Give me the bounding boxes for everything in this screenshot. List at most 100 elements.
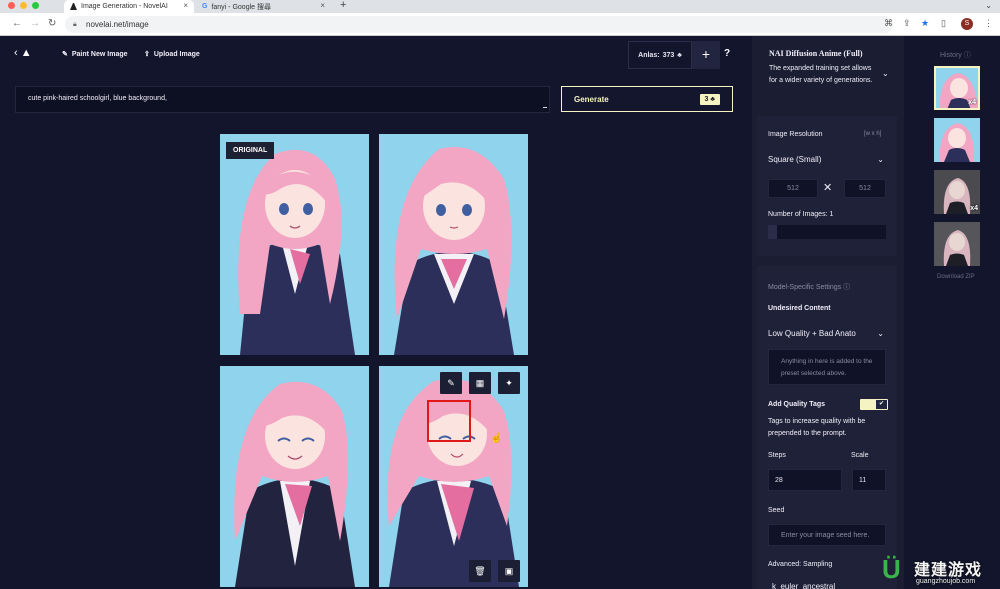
anlas-balance[interactable]: Anlas: 373 ♣: [628, 41, 692, 69]
scale-input[interactable]: 11: [852, 469, 886, 491]
bookmark-star-icon[interactable]: ★: [921, 18, 929, 29]
generated-image-2[interactable]: [379, 134, 528, 355]
profile-avatar[interactable]: S: [961, 18, 973, 30]
scale-label: Scale: [851, 452, 869, 459]
thumb-count-badge: x4: [968, 99, 976, 106]
seed-input[interactable]: Enter your image seed here.: [768, 524, 886, 546]
variations-button[interactable]: ▦: [469, 372, 491, 394]
download-zip-button[interactable]: Download ZIP: [937, 274, 975, 280]
browser-menu-icon[interactable]: ⋮: [984, 18, 993, 29]
google-favicon-icon: G: [202, 3, 208, 10]
thumb-count-badge: x4: [970, 205, 978, 212]
history-thumb-3[interactable]: x4: [934, 170, 980, 214]
prompt-input[interactable]: cute pink-haired schoolgirl, blue backgr…: [15, 86, 550, 113]
reload-icon[interactable]: ↻: [48, 18, 56, 29]
highlight-box: [427, 400, 471, 442]
model-name: NAI Diffusion Anime (Full): [769, 49, 863, 58]
anlas-label: Anlas:: [638, 51, 660, 59]
width-input[interactable]: 512: [768, 179, 818, 198]
thumbnail-image: [934, 222, 980, 266]
pencil-icon: ✎: [62, 51, 68, 58]
new-tab-icon[interactable]: +: [340, 0, 346, 11]
resolution-select[interactable]: Square (Small) ⌄: [768, 152, 888, 166]
translate-icon[interactable]: ⌘: [884, 18, 893, 29]
browser-tab-google[interactable]: G fanyi - Google 搜尋 ×: [196, 0, 331, 13]
extensions-icon[interactable]: ▯: [941, 18, 946, 29]
tab-search-chevron-icon[interactable]: ⌄: [985, 1, 992, 10]
number-of-images-slider[interactable]: [768, 225, 886, 239]
undesired-content-label: Undesired Content: [768, 305, 831, 312]
edit-image-button[interactable]: ✎: [440, 372, 462, 394]
upload-icon: ⇪: [144, 51, 150, 58]
watermark-cn-text: 建建游戏: [914, 562, 983, 579]
quality-tags-description: Tags to increase quality with be prepend…: [768, 418, 866, 437]
undesired-content-value: Low Quality + Bad Anato: [768, 328, 856, 338]
lock-icon: 🔒︎: [73, 21, 77, 28]
quality-tags-toggle[interactable]: ✔: [860, 399, 888, 410]
forward-icon[interactable]: →: [30, 18, 40, 29]
chevron-down-icon: ⌄: [882, 69, 889, 78]
anime-girl-image: [220, 366, 369, 587]
anime-girl-image: [379, 134, 528, 355]
back-icon[interactable]: ←: [12, 18, 22, 29]
history-title: History ⓘ: [940, 52, 971, 59]
height-input[interactable]: 512: [844, 179, 886, 198]
enhance-button[interactable]: ✦: [498, 372, 520, 394]
history-thumb-1[interactable]: x4: [934, 66, 980, 110]
generate-button[interactable]: Generate 3 ♣: [561, 86, 733, 112]
address-bar: ← → ↻ 🔒︎ novelai.net/image ⌘ ⇪ ★ ▯ S ⋮: [0, 13, 1000, 36]
help-button[interactable]: ?: [724, 48, 730, 59]
tab-title: Image Generation - NovelAI: [81, 3, 168, 10]
watermark-url-text: guangzhoujob.com: [916, 578, 976, 585]
pencil-icon: ✎: [447, 378, 455, 388]
history-thumb-2[interactable]: [934, 118, 980, 162]
undesired-content-textarea[interactable]: Anything in here is added to the preset …: [768, 349, 886, 385]
number-of-images-label: Number of Images:: [768, 211, 828, 218]
generate-label: Generate: [574, 94, 609, 104]
share-icon[interactable]: ⇪: [903, 18, 911, 29]
novelai-favicon-icon: [70, 3, 77, 10]
slider-fill: [768, 225, 777, 239]
top-bar: ‹ ▲ ✎ Paint New Image ⇪ Upload Image Anl…: [0, 36, 752, 76]
back-logo-icon[interactable]: ‹ ▲: [14, 47, 32, 59]
paint-new-image-button[interactable]: ✎ Paint New Image: [62, 50, 128, 59]
model-selector[interactable]: NAI Diffusion Anime (Full) The expanded …: [764, 41, 892, 109]
url-text: novelai.net/image: [86, 20, 149, 29]
prompt-text: cute pink-haired schoolgirl, blue backgr…: [28, 95, 167, 102]
text-caret: [543, 107, 547, 108]
close-tab-icon[interactable]: ×: [183, 1, 188, 10]
generated-image-3[interactable]: [220, 366, 369, 587]
undesired-content-select[interactable]: Low Quality + Bad Anato ⌄: [768, 326, 888, 340]
resolution-label: Image Resolution: [768, 131, 823, 138]
save-icon: ▣: [504, 566, 514, 576]
chevron-down-icon: ⌄: [877, 154, 884, 164]
original-badge: ORIGINAL: [226, 142, 275, 159]
check-icon: ✔: [876, 400, 887, 409]
trash-icon: 🗑︎: [474, 566, 486, 576]
browser-tab-novelai[interactable]: Image Generation - NovelAI ×: [64, 0, 194, 13]
chevron-down-icon: ⌄: [875, 328, 884, 338]
delete-image-button[interactable]: 🗑︎: [469, 560, 491, 582]
watermark-logo-icon: Ü: [882, 554, 901, 584]
number-of-images-row: Number of Images: 1: [768, 211, 833, 218]
anlas-value: 373: [662, 51, 675, 59]
history-thumb-4[interactable]: [934, 222, 980, 266]
swap-dimensions-icon[interactable]: ✕: [823, 181, 832, 194]
sparkle-icon: ✦: [505, 378, 513, 388]
save-image-button[interactable]: ▣: [498, 560, 520, 582]
maximize-window-icon[interactable]: [32, 2, 39, 9]
upload-image-button[interactable]: ⇪ Upload Image: [144, 50, 200, 59]
steps-label: Steps: [768, 452, 786, 459]
add-anlas-button[interactable]: +: [692, 41, 720, 69]
sampling-select[interactable]: k_euler_ancestral: [772, 580, 888, 589]
model-specific-label: Model-Specific Settings ⓘ: [768, 284, 851, 291]
variations-icon: ▦: [475, 378, 485, 388]
steps-input[interactable]: 28: [768, 469, 842, 491]
generated-image-original[interactable]: ORIGINAL: [220, 134, 369, 355]
thumbnail-image: [934, 118, 980, 162]
close-tab-icon[interactable]: ×: [320, 1, 325, 10]
minimize-window-icon[interactable]: [20, 2, 27, 9]
close-window-icon[interactable]: [8, 2, 15, 9]
sampling-value: k_euler_ancestral: [772, 581, 836, 589]
url-field[interactable]: 🔒︎ novelai.net/image: [65, 16, 893, 33]
